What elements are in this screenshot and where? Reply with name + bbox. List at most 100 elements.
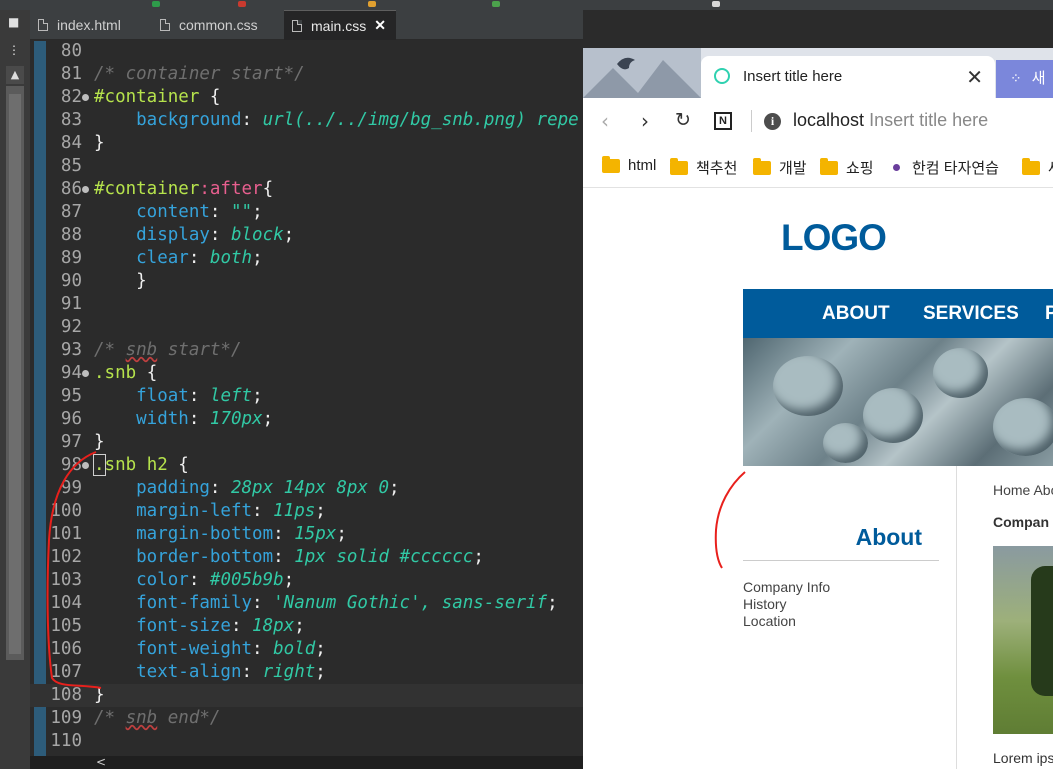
code-token: ; <box>252 202 263 222</box>
bookmark-folder-dev[interactable]: 개발 <box>753 157 807 178</box>
code-line[interactable]: 88 display: block; <box>30 224 583 247</box>
nav-item-partial[interactable]: P <box>1045 303 1053 325</box>
close-browser-tab-icon[interactable]: ✕ <box>966 65 983 89</box>
naver-n-icon[interactable]: N <box>714 112 732 130</box>
code-token: : <box>230 616 253 636</box>
hero-image <box>743 338 1053 466</box>
code-line[interactable]: 95 float: left; <box>30 385 583 408</box>
code-line[interactable]: 80 <box>30 41 583 63</box>
code-line[interactable]: 92 <box>30 316 583 339</box>
code-token: ; <box>252 386 263 406</box>
scrollbar-thumb[interactable] <box>9 94 21 654</box>
code-line[interactable]: 91 <box>30 293 583 316</box>
code-line[interactable]: 101 margin-bottom: 15px; <box>30 523 583 546</box>
code-line[interactable]: 89 clear: both; <box>30 247 583 270</box>
nav-item-about[interactable]: ABOUT <box>822 303 890 325</box>
site-logo[interactable]: LOGO <box>781 217 887 259</box>
bookmark-typing-practice[interactable]: 한컴 타자연습 <box>893 157 999 178</box>
code-line[interactable]: 93 /* snb start*/ <box>30 339 583 362</box>
line-number: 92 <box>60 317 82 337</box>
code-token: 170px <box>209 409 263 429</box>
bookmark-folder-shopping[interactable]: 쇼핑 <box>820 157 874 178</box>
code-line[interactable]: 85 <box>30 155 583 178</box>
nav-item-services[interactable]: SERVICES <box>923 303 1019 325</box>
code-line[interactable]: 96 width: 170px; <box>30 408 583 431</box>
code-line[interactable]: 99 padding: 28px 14px 8px 0; <box>30 477 583 500</box>
code-token: display <box>94 225 210 245</box>
code-token: font-weight <box>94 639 253 659</box>
next-browser-tab[interactable]: ⁘ 새 <box>996 60 1053 98</box>
code-line[interactable]: 87 content: ""; <box>30 201 583 224</box>
snb-item-company-info[interactable]: Company Info <box>743 579 830 596</box>
snb-item-location[interactable]: Location <box>743 613 830 630</box>
horizontal-scrollbar[interactable]: < <box>30 756 583 769</box>
browser-tab-active[interactable]: Insert title here ✕ <box>701 56 995 98</box>
fold-toggle-icon[interactable] <box>82 370 89 377</box>
code-token: start*/ <box>157 340 242 360</box>
code-token: } <box>94 685 105 705</box>
bookmark-folder-html[interactable]: html <box>602 155 656 174</box>
line-number: 89 <box>60 248 82 268</box>
code-line[interactable]: 81 /* container start*/ <box>30 63 583 86</box>
snb-menu: Company Info History Location <box>743 579 830 630</box>
code-line[interactable]: 100 margin-left: 11ps; <box>30 500 583 523</box>
code-line[interactable]: 103 color: #005b9b; <box>30 569 583 592</box>
close-tab-icon[interactable]: ✕ <box>374 17 386 34</box>
folder-icon <box>602 155 620 173</box>
code-line[interactable]: 97} <box>30 431 583 454</box>
code-line[interactable]: 106 font-weight: bold; <box>30 638 583 661</box>
forward-icon[interactable]: › <box>641 109 649 133</box>
code-token: #container <box>94 87 200 107</box>
code-line[interactable]: 84} <box>30 132 583 155</box>
code-editor[interactable]: 80 81/* container start*/82 #container {83… <box>30 41 583 756</box>
tab-main-css[interactable]: main.css ✕ <box>284 10 396 40</box>
toolbar-icon[interactable] <box>152 1 160 7</box>
code-line[interactable]: 86 #container:after{ <box>30 178 583 201</box>
line-number: 100 <box>50 501 82 521</box>
toolbar-icon[interactable] <box>238 1 246 7</box>
code-line[interactable]: 98 .snb h2 { <box>30 454 583 477</box>
code-line[interactable]: 104 font-family: 'Nanum Gothic', sans-se… <box>30 592 583 615</box>
code-line[interactable]: 94 .snb { <box>30 362 583 385</box>
snb-item-history[interactable]: History <box>743 596 830 613</box>
code-line[interactable]: 105 font-size: 18px; <box>30 615 583 638</box>
code-text: } <box>94 132 105 155</box>
line-number: 91 <box>60 294 82 314</box>
code-line[interactable]: 83 background: url(../../img/bg_snb.png)… <box>30 109 583 132</box>
tab-index-html[interactable]: index.html <box>30 10 131 40</box>
code-line[interactable]: 110 <box>30 730 583 753</box>
toolbar-icon[interactable] <box>368 1 376 7</box>
code-token: } <box>94 133 105 153</box>
more-menu-icon[interactable]: ⋮ <box>8 44 20 56</box>
code-line[interactable]: 107 text-align: right; <box>30 661 583 684</box>
fold-toggle-icon[interactable] <box>82 186 89 193</box>
minimize-icon[interactable]: ■ <box>8 16 19 28</box>
tab-common-css[interactable]: common.css <box>152 10 268 40</box>
code-line[interactable]: 102 border-bottom: 1px solid #cccccc; <box>30 546 583 569</box>
scroll-left-icon[interactable]: < <box>96 756 106 769</box>
line-number: 81 <box>60 64 82 84</box>
line-number: 101 <box>50 524 82 544</box>
code-token: } <box>94 432 105 452</box>
toolbar-icon[interactable] <box>492 1 500 7</box>
code-token: ; <box>315 662 326 682</box>
site-info-icon[interactable]: i <box>764 113 781 130</box>
code-token: . <box>93 454 106 476</box>
editor-tab-bar: index.html common.css main.css ✕ <box>30 10 583 40</box>
code-line[interactable]: 109 /* snb end*/ <box>30 707 583 730</box>
code-token: block <box>230 225 284 245</box>
code-token: clear <box>94 248 189 268</box>
bookmark-folder-books[interactable]: 책추천 <box>670 157 737 178</box>
code-token: : <box>273 524 295 544</box>
code-line[interactable]: 82 #container { <box>30 86 583 109</box>
code-line[interactable]: 90 } <box>30 270 583 293</box>
back-icon[interactable]: ‹ <box>601 109 609 133</box>
reload-icon[interactable]: ↻ <box>675 109 691 131</box>
toolbar-icon[interactable] <box>712 1 720 7</box>
fold-toggle-icon[interactable] <box>82 462 89 469</box>
bookmark-folder-more[interactable]: 새 <box>1022 157 1053 178</box>
code-line[interactable]: 108} <box>30 684 583 707</box>
fold-toggle-icon[interactable] <box>82 94 89 101</box>
scroll-up-icon[interactable]: ▲ <box>6 66 24 84</box>
address-bar[interactable]: localhost Insert title here <box>793 110 988 131</box>
